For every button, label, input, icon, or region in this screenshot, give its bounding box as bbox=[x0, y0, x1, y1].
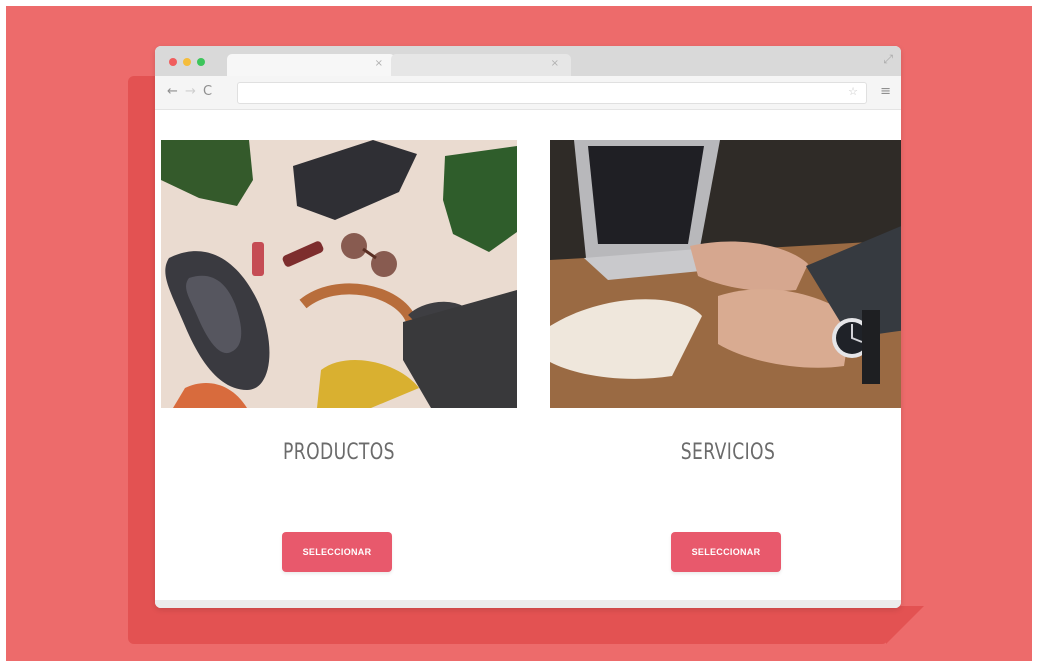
address-bar[interactable]: ☆ bbox=[237, 82, 867, 104]
select-products-button[interactable]: SELECCIONAR bbox=[282, 532, 392, 572]
browser-toolbar: ← → C ☆ ≡ bbox=[155, 76, 901, 110]
products-title: PRODUCTOS bbox=[283, 440, 395, 465]
back-arrow-icon[interactable]: ← bbox=[167, 84, 178, 100]
tab-close-icon[interactable]: × bbox=[551, 58, 559, 70]
minimize-window-dot[interactable] bbox=[183, 58, 191, 66]
forward-arrow-icon[interactable]: → bbox=[185, 84, 196, 100]
browser-tab-2[interactable]: × bbox=[391, 54, 571, 76]
close-window-dot[interactable] bbox=[169, 58, 177, 66]
services-title: SERVICIOS bbox=[680, 440, 776, 465]
browser-shadow-tail bbox=[886, 606, 924, 644]
products-image bbox=[161, 140, 517, 408]
expand-icon[interactable]: ⤢ bbox=[883, 52, 893, 66]
services-card: SERVICIOS SELECCIONAR bbox=[550, 140, 901, 608]
browser-bottom-strip bbox=[155, 600, 901, 608]
select-services-button[interactable]: SELECCIONAR bbox=[671, 532, 781, 572]
browser-tab-1[interactable]: × bbox=[227, 54, 395, 76]
tab-close-icon[interactable]: × bbox=[375, 58, 383, 70]
browser-titlebar: × × ⤢ bbox=[155, 46, 901, 76]
menu-icon[interactable]: ≡ bbox=[880, 84, 891, 100]
background-canvas: × × ⤢ ← → C ☆ ≡ PRODUCTOS SELECCIONAR SE… bbox=[6, 6, 1032, 661]
browser-window: × × ⤢ ← → C ☆ ≡ PRODUCTOS SELECCIONAR SE… bbox=[155, 46, 901, 608]
products-card: PRODUCTOS SELECCIONAR bbox=[161, 140, 517, 608]
bookmark-star-icon[interactable]: ☆ bbox=[848, 85, 858, 99]
services-image bbox=[550, 140, 901, 408]
refresh-icon[interactable]: C bbox=[203, 84, 212, 100]
maximize-window-dot[interactable] bbox=[197, 58, 205, 66]
